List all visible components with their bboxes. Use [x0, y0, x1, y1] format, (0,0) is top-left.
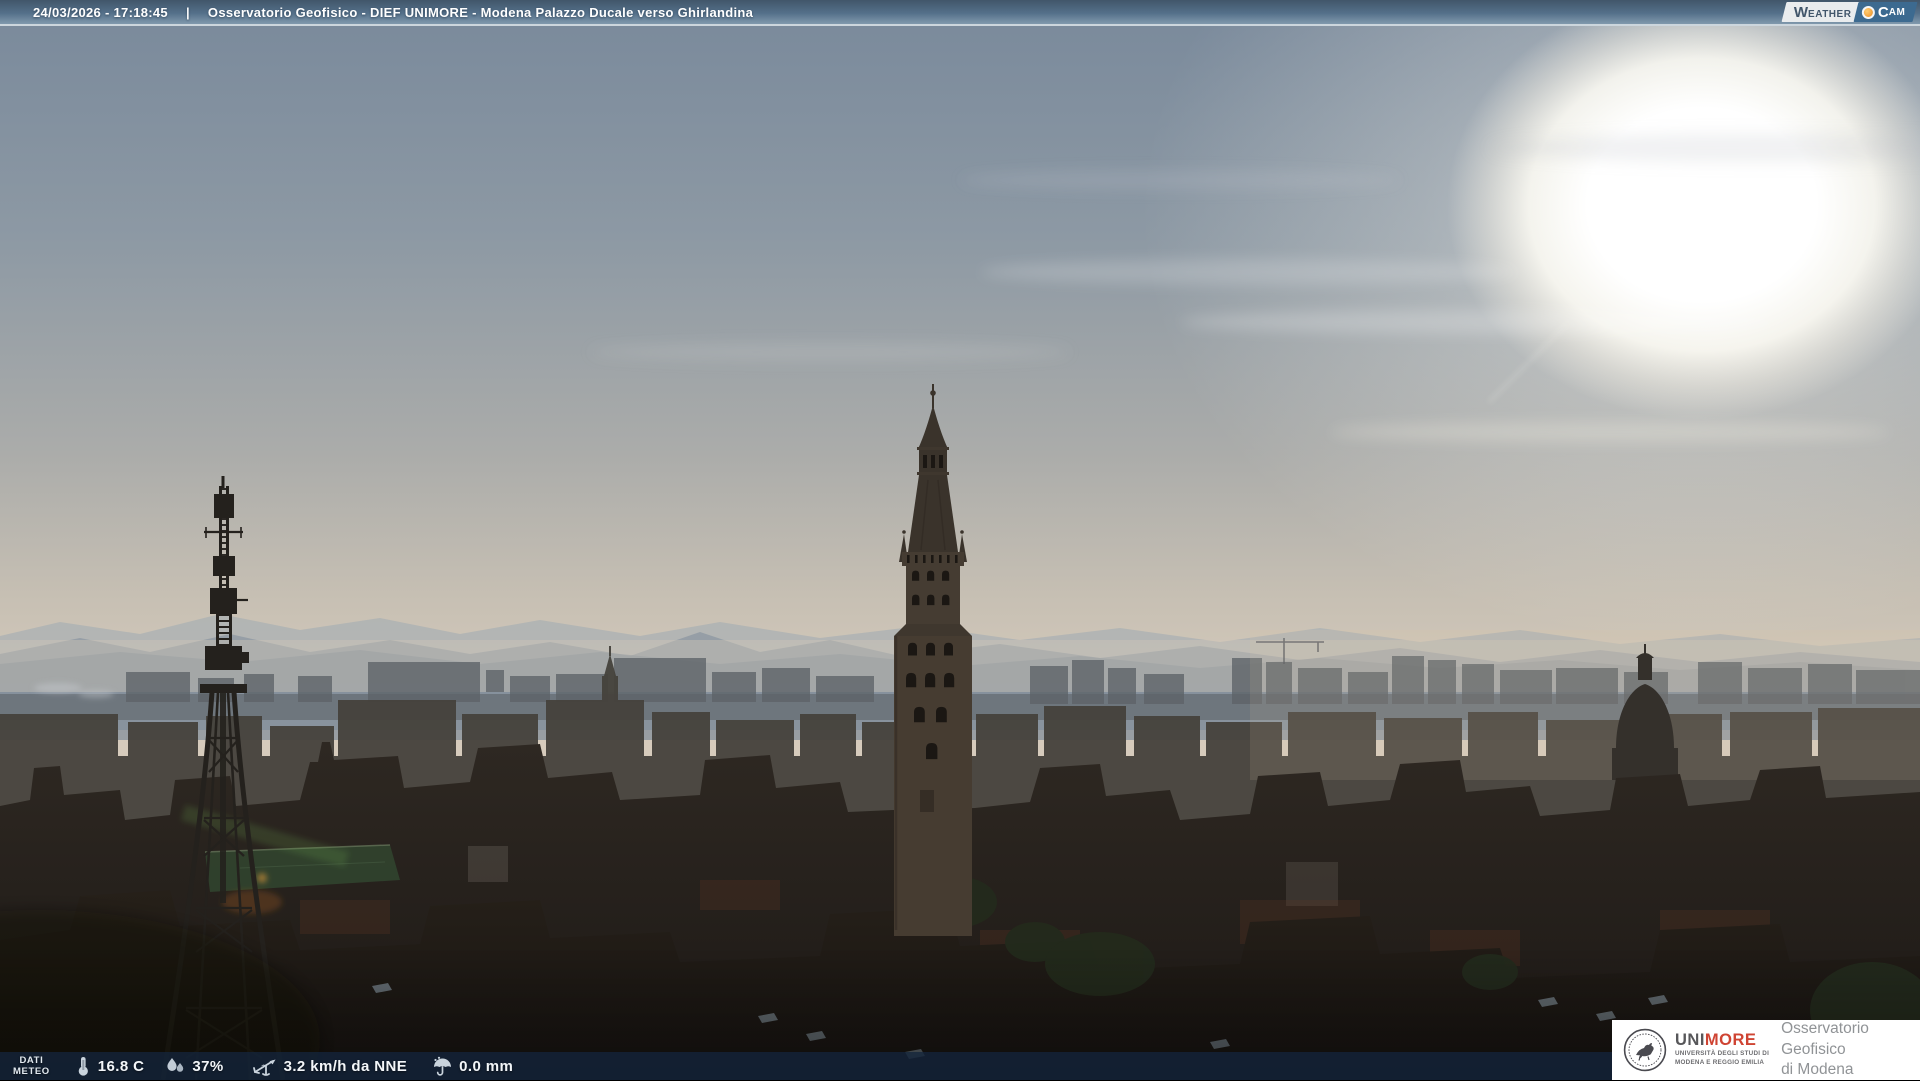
humidity-group: 37%: [164, 1056, 223, 1076]
unimore-subtitle-line2: MODENA E REGGIO EMILIA: [1675, 1059, 1765, 1067]
unimore-subtitle: UNIVERSITÀ DEGLI STUDI DI MODENA E REGGI…: [1675, 1050, 1769, 1068]
unimore-wordmark: UNIMORE: [1675, 1032, 1769, 1049]
observatory-name-line2: di Modena: [1781, 1061, 1854, 1079]
precipitation-value: 0.0 mm: [459, 1057, 514, 1075]
brand-primary: UNI: [1675, 1030, 1705, 1049]
cam-initial: C: [1877, 3, 1889, 21]
webcam-photo: [0, 0, 1920, 1080]
wind-vane-icon: [252, 1059, 276, 1076]
thermometer-icon: [78, 1057, 88, 1076]
unimore-logo-box: UNIMORE UNIVERSITÀ DEGLI STUDI DI MODENA…: [1612, 1020, 1920, 1080]
orange-dot-icon: [1861, 5, 1875, 19]
weather-rest: EATHER: [1808, 8, 1852, 20]
timestamp-bar: 24/03/2026 - 17:18:45 | Osservatorio Geo…: [0, 0, 1920, 26]
unimore-subtitle-line1: UNIVERSITÀ DEGLI STUDI DI: [1675, 1050, 1770, 1058]
meteo-label: DATI METEO: [13, 1055, 50, 1078]
weathercam-logo: W EATHER C AM: [1781, 2, 1918, 22]
weathercam-logo-cam: C AM: [1853, 2, 1918, 22]
sunlit-haze: [1250, 630, 1920, 780]
humidity-drops-icon: [167, 1058, 184, 1072]
wind-value: 3.2 km/h da NNE: [283, 1057, 408, 1075]
datetime-text: 24/03/2026 - 17:18:45: [33, 4, 168, 20]
brand-accent: MORE: [1704, 1030, 1757, 1049]
temperature-group: 16.8 C: [74, 1055, 145, 1077]
weather-initial: W: [1794, 3, 1809, 21]
meteo-label-line2: METEO: [13, 1066, 50, 1077]
weathercam-logo-weather: W EATHER: [1781, 2, 1861, 22]
observatory-name-line1: Osservatorio Geofisico: [1781, 1020, 1869, 1058]
unimore-seal-icon: [1623, 1028, 1667, 1072]
rain-group: 0.0 mm: [431, 1056, 513, 1077]
wind-group: 3.2 km/h da NNE: [252, 1056, 408, 1076]
cam-rest: AM: [1888, 6, 1905, 17]
observatory-name: Osservatorio Geofisico di Modena: [1781, 1019, 1920, 1080]
unimore-brand: UNIMORE UNIVERSITÀ DEGLI STUDI DI MODENA…: [1675, 1032, 1769, 1068]
umbrella-icon: [434, 1056, 452, 1076]
temperature-value: 16.8 C: [97, 1057, 145, 1075]
camera-title: Osservatorio Geofisico - DIEF UNIMORE - …: [207, 4, 754, 20]
separator: |: [185, 4, 190, 20]
humidity-value: 37%: [192, 1057, 224, 1075]
meteo-label-line1: DATI: [19, 1054, 44, 1066]
